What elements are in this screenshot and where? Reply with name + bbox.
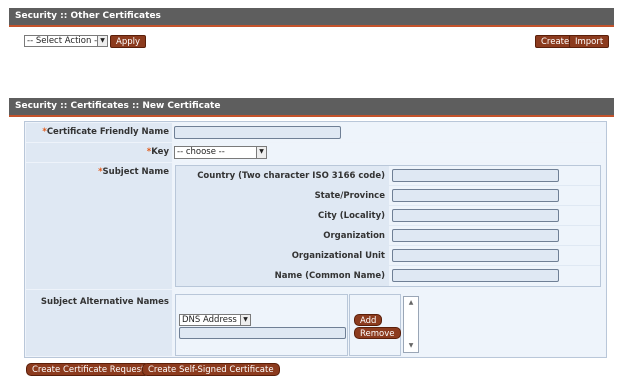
organization-label-cell: Organization (176, 226, 388, 245)
san-list[interactable]: ▲ ▼ (403, 296, 419, 353)
org-unit-input[interactable] (392, 249, 559, 262)
san-label: Subject Alternative Names (40, 297, 169, 307)
key-label-cell: *Key (26, 143, 172, 162)
san-value-input[interactable] (179, 327, 346, 339)
select-action-value: -- Select Action -- (27, 36, 101, 46)
org-unit-label-cell: Organizational Unit (176, 246, 388, 265)
key-label: Key (151, 147, 169, 157)
key-dropdown-value: -- choose -- (177, 147, 225, 157)
friendly-name-label: Certificate Friendly Name (46, 127, 169, 137)
scroll-up-icon[interactable]: ▲ (405, 298, 417, 308)
key-dropdown[interactable]: -- choose -- ▼ (174, 146, 267, 159)
common-name-input[interactable] (392, 269, 559, 282)
other-certificates-title: Security :: Other Certificates (15, 11, 161, 21)
country-label-cell: Country (Two character ISO 3166 code) (176, 166, 388, 185)
apply-button[interactable]: Apply (110, 35, 146, 48)
create-certificate-request-button[interactable]: Create Certificate Request (26, 363, 151, 376)
state-input[interactable] (392, 189, 559, 202)
new-certificate-title: Security :: Certificates :: New Certific… (15, 101, 221, 111)
add-button[interactable]: Add (354, 314, 383, 326)
state-label-cell: State/Province (176, 186, 388, 205)
select-action-dropdown[interactable]: -- Select Action -- ▼ (24, 35, 108, 47)
friendly-name-input[interactable] (174, 126, 341, 139)
common-name-label: Name (Common Name) (274, 271, 385, 281)
organization-input[interactable] (392, 229, 559, 242)
remove-button[interactable]: Remove (354, 327, 401, 339)
city-label-cell: City (Locality) (176, 206, 388, 225)
scroll-down-icon[interactable]: ▼ (405, 341, 417, 351)
friendly-name-label-cell: *Certificate Friendly Name (26, 123, 172, 142)
san-label-cell: Subject Alternative Names (26, 290, 172, 356)
common-name-label-cell: Name (Common Name) (176, 266, 388, 286)
org-unit-label: Organizational Unit (291, 251, 385, 261)
subject-name-label-cell: *Subject Name (26, 163, 172, 289)
new-certificate-header: Security :: Certificates :: New Certific… (9, 98, 614, 117)
organization-label: Organization (323, 231, 385, 241)
import-button[interactable]: Import (569, 35, 610, 48)
san-type-dropdown[interactable]: DNS Address ▼ (179, 314, 251, 326)
city-input[interactable] (392, 209, 559, 222)
chevron-down-icon: ▼ (97, 36, 107, 46)
city-label: City (Locality) (318, 211, 385, 221)
create-self-signed-certificate-button[interactable]: Create Self-Signed Certificate (142, 363, 280, 376)
country-label: Country (Two character ISO 3166 code) (197, 171, 385, 181)
country-input[interactable] (392, 169, 559, 182)
san-type-value: DNS Address (182, 315, 237, 325)
state-label: State/Province (314, 191, 385, 201)
subject-name-label: Subject Name (102, 167, 169, 177)
chevron-down-icon: ▼ (240, 315, 250, 325)
other-certificates-header: Security :: Other Certificates (9, 8, 614, 27)
chevron-down-icon: ▼ (256, 147, 266, 158)
